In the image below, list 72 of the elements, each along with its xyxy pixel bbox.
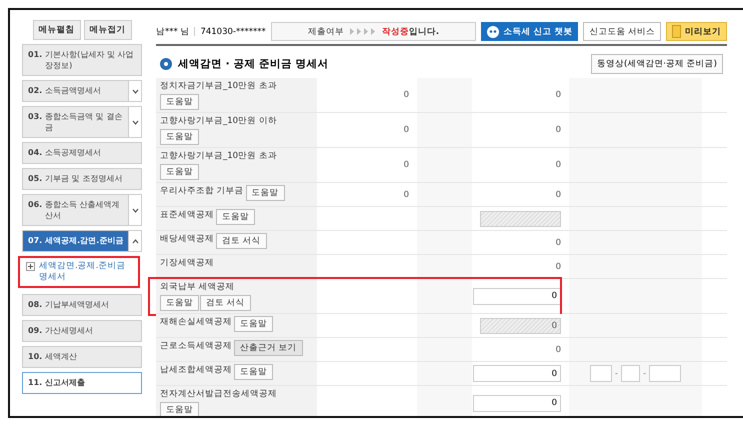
- sidebar-item[interactable]: 07. 세액공제.감면.준비금: [22, 230, 142, 252]
- row-label: 재해손실세액공제: [160, 317, 232, 328]
- code-input-field[interactable]: [621, 365, 640, 382]
- sidebar-subitem[interactable]: 세액감면.공제.준비금 명세서: [18, 256, 140, 288]
- arrows-icon: [350, 28, 376, 35]
- sidebar-item[interactable]: 02. 소득금액명세서: [22, 80, 142, 102]
- row-button[interactable]: 검토 서식: [216, 233, 267, 249]
- help-service-button[interactable]: 신고도움 서비스: [583, 22, 661, 41]
- row-button[interactable]: 도움말: [160, 129, 199, 145]
- sidebar-item[interactable]: 05. 기부금 및 조정명세서: [22, 168, 142, 190]
- table-cell: [417, 78, 472, 112]
- row-button[interactable]: 도움말: [160, 94, 199, 110]
- preview-button[interactable]: 미리보기: [666, 22, 727, 41]
- row-label: 전자계산서발급전송세액공제: [160, 389, 277, 400]
- row-button[interactable]: 도움말: [246, 185, 285, 201]
- robot-icon: [487, 26, 500, 38]
- code-input-field[interactable]: [649, 365, 682, 382]
- row-label: 외국납부 세액공제: [160, 282, 235, 293]
- row-label: 정치자금기부금_10만원 초과: [160, 81, 277, 92]
- amount-input-field[interactable]: 0: [473, 288, 561, 304]
- row-button[interactable]: 도움말: [160, 164, 199, 180]
- page-title: 세액감면 · 공제 준비금 명세서: [178, 57, 329, 71]
- code-input-field[interactable]: [590, 365, 612, 382]
- menu-toggle-button[interactable]: 메뉴펼침: [32, 20, 80, 40]
- table-cell: [417, 148, 472, 182]
- chatbot-button[interactable]: 소득세 신고 챗봇: [481, 22, 578, 41]
- row-label: 표준세액공제: [160, 210, 214, 221]
- row-label: 고향사랑기부금_10만원 초과: [160, 151, 277, 162]
- sidebar-item[interactable]: 03. 종합소득금액 및 결손금: [22, 106, 142, 138]
- amount-input-field[interactable]: 0: [473, 394, 561, 412]
- table-cell: [417, 338, 472, 361]
- status-label: 제출여부: [308, 26, 344, 38]
- row-button[interactable]: 도움말: [234, 316, 273, 332]
- row-button[interactable]: 도움말: [160, 295, 199, 311]
- plus-icon: [26, 262, 35, 271]
- row-button[interactable]: 도움말: [216, 209, 255, 225]
- bullet-icon: [160, 58, 172, 70]
- sidebar-item[interactable]: 08. 기납부세액명세서: [22, 294, 142, 316]
- row-button[interactable]: 검토 서식: [200, 295, 251, 311]
- user-name: 남*** 님: [156, 26, 190, 38]
- sidebar-item[interactable]: 09. 가산세명세서: [22, 320, 142, 342]
- table-cell: [417, 183, 472, 206]
- document-icon: [672, 25, 681, 38]
- row-button[interactable]: 도움말: [234, 364, 273, 380]
- row-label: 근로소득세액공제: [160, 341, 232, 352]
- dash-text: -: [643, 368, 646, 378]
- table-cell: [417, 255, 472, 278]
- row-label: 고향사랑기부금_10만원 이하: [160, 116, 277, 127]
- menu-toggle-button[interactable]: 메뉴접기: [84, 20, 132, 40]
- row-label: 납세조합세액공제: [160, 365, 232, 376]
- id-number: 741030-*******: [200, 26, 266, 36]
- amount-input-field[interactable]: 0: [473, 365, 561, 382]
- table-cell: [417, 231, 472, 254]
- status-text: 작성중입니다.: [382, 26, 440, 38]
- video-button[interactable]: 동영상(세액감면·공제 준비금): [590, 54, 723, 74]
- caret-icon[interactable]: [132, 120, 138, 124]
- row-button[interactable]: 산출근거 보기: [234, 340, 303, 356]
- sidebar-item[interactable]: 06. 종합소득 산출세액계산서: [22, 194, 142, 226]
- caret-icon[interactable]: [132, 238, 138, 244]
- caret-icon[interactable]: [132, 208, 138, 212]
- sidebar-item[interactable]: 10. 세액계산: [22, 346, 142, 368]
- dash-text: -: [614, 368, 618, 378]
- row-label: 배당세액공제: [160, 234, 214, 245]
- disabled-field: 0: [480, 318, 561, 334]
- caret-icon[interactable]: [132, 88, 138, 94]
- row-button[interactable]: 도움말: [160, 402, 199, 416]
- sidebar-item[interactable]: 11. 신고서제출: [22, 372, 142, 394]
- row-label: 우리사주조합 기부금: [160, 186, 244, 197]
- sidebar-item[interactable]: 01. 기본사항(납세자 및 사업장정보): [22, 44, 142, 76]
- sidebar-item[interactable]: 04. 소득공제명세서: [22, 142, 142, 164]
- row-label: 기장세액공제: [160, 258, 214, 269]
- table-cell: [417, 113, 472, 147]
